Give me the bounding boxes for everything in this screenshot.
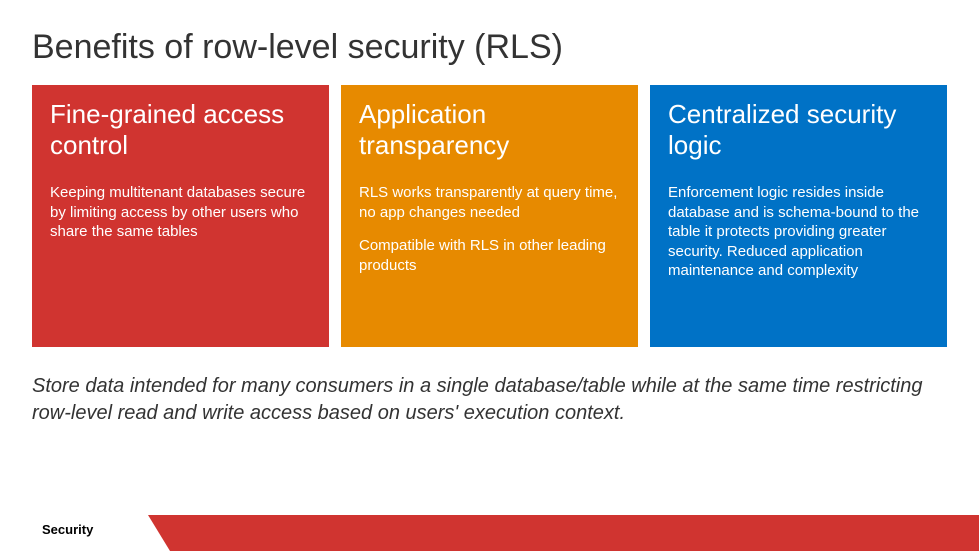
footer-triangle xyxy=(148,515,170,551)
card-fine-grained: Fine-grained access control Keeping mult… xyxy=(32,85,329,347)
summary-text: Store data intended for many consumers i… xyxy=(0,347,979,427)
card-body: Keeping multitenant databases secure by … xyxy=(50,183,311,242)
card-paragraph: Enforcement logic resides inside databas… xyxy=(668,183,929,281)
card-application-transparency: Application transparency RLS works trans… xyxy=(341,85,638,347)
slide: Benefits of row-level security (RLS) Fin… xyxy=(0,0,979,551)
card-centralized-security: Centralized security logic Enforcement l… xyxy=(650,85,947,347)
card-heading: Application transparency xyxy=(359,99,620,161)
card-paragraph: RLS works transparently at query time, n… xyxy=(359,183,620,222)
footer-label: Security xyxy=(42,522,93,537)
slide-title: Benefits of row-level security (RLS) xyxy=(0,0,979,85)
card-heading: Centralized security logic xyxy=(668,99,929,161)
card-body: Enforcement logic resides inside databas… xyxy=(668,183,929,281)
card-body: RLS works transparently at query time, n… xyxy=(359,183,620,275)
card-heading: Fine-grained access control xyxy=(50,99,311,161)
card-paragraph: Compatible with RLS in other leading pro… xyxy=(359,236,620,275)
card-row: Fine-grained access control Keeping mult… xyxy=(0,85,979,347)
card-paragraph: Keeping multitenant databases secure by … xyxy=(50,183,311,242)
